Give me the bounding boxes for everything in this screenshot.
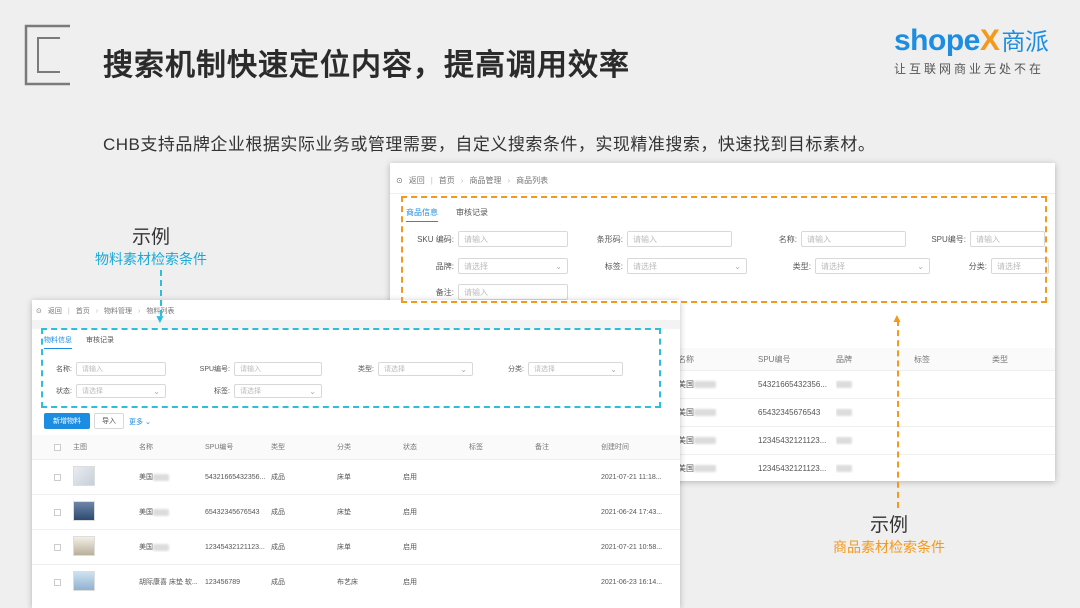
material-thumbnail[interactable]: [73, 571, 95, 591]
table-row[interactable]: 胡际康喜 床垫 软... 123456789 成品 布艺床 启用 2021-06…: [32, 564, 680, 599]
brand-logo: shopeX商派 让互联网商业无处不在: [894, 22, 1059, 76]
table-row[interactable]: 美国 54321665432356... 成品 床单 启用 2021-07-21…: [32, 459, 680, 494]
material-annotation: 示例 物料素材检索条件: [95, 222, 207, 269]
material-thumbnail[interactable]: [73, 466, 95, 486]
slide-title: 搜索机制快速定位内容，提高调用效率: [103, 49, 630, 82]
table-header: 主图 名称 SPU编号 类型 分类 状态 标签 备注 创建时间: [32, 435, 680, 459]
back-icon[interactable]: ⊙: [396, 176, 403, 185]
example-label: 示例: [131, 227, 170, 248]
brand-slogan: 让互联网商业无处不在: [894, 62, 1045, 76]
table-row[interactable]: 美国 12345432121123...: [670, 454, 1055, 481]
add-material-button[interactable]: 新增物料: [44, 413, 90, 429]
example-caption: 物料素材检索条件: [95, 251, 207, 267]
crumb-home[interactable]: 首页: [76, 306, 90, 316]
example-caption: 商品素材检索条件: [833, 539, 945, 555]
product-annotation: 示例 商品素材检索条件: [833, 510, 945, 557]
crumb-section[interactable]: 物料管理: [104, 306, 132, 316]
crumb-current: 商品列表: [516, 176, 549, 185]
breadcrumb: ⊙ 返回 | 首页 › 商品管理 › 商品列表: [396, 175, 549, 186]
select-all-checkbox[interactable]: [54, 443, 61, 451]
product-search-highlight: [401, 196, 1047, 303]
arrow-down-icon: ▼: [154, 312, 166, 326]
row-checkbox[interactable]: [54, 543, 61, 551]
table-row[interactable]: 美国 12345432121123...: [670, 426, 1055, 454]
cyan-connector: [160, 270, 162, 316]
table-row[interactable]: 美国 12345432121123... 成品 床单 启用 2021-07-21…: [32, 529, 680, 564]
table-row[interactable]: 美国 65432345676543 成品 床垫 启用 2021-06-24 17…: [32, 494, 680, 529]
back-link[interactable]: 返回: [48, 306, 62, 316]
material-search-highlight: [41, 328, 661, 408]
row-checkbox[interactable]: [54, 508, 61, 516]
back-icon[interactable]: ⊙: [36, 307, 42, 315]
crumb-section[interactable]: 商品管理: [469, 175, 501, 186]
import-button[interactable]: 导入: [94, 413, 124, 429]
orange-connector: [897, 320, 899, 508]
example-label: 示例: [869, 515, 908, 536]
corner-frame-icon: [24, 24, 70, 86]
arrow-up-icon: ▲: [891, 311, 903, 325]
table-row[interactable]: 美国 65432345676543: [670, 398, 1055, 426]
slide-description: CHB支持品牌企业根据实际业务或管理需要，自定义搜索条件，实现精准搜索，快速找到…: [103, 135, 876, 154]
material-thumbnail[interactable]: [73, 501, 95, 521]
brand-name: shopeX商派: [894, 24, 1049, 57]
row-checkbox[interactable]: [54, 473, 61, 481]
row-checkbox[interactable]: [54, 578, 61, 586]
material-thumbnail[interactable]: [73, 536, 95, 556]
table-row[interactable]: 美国 54321665432356...: [670, 370, 1055, 398]
table-header: 名称 SPU编号 品牌 标签 类型: [670, 348, 1055, 370]
back-link[interactable]: 返回: [409, 175, 425, 186]
crumb-home[interactable]: 首页: [439, 175, 455, 186]
more-dropdown[interactable]: 更多 ⌄: [129, 417, 151, 427]
